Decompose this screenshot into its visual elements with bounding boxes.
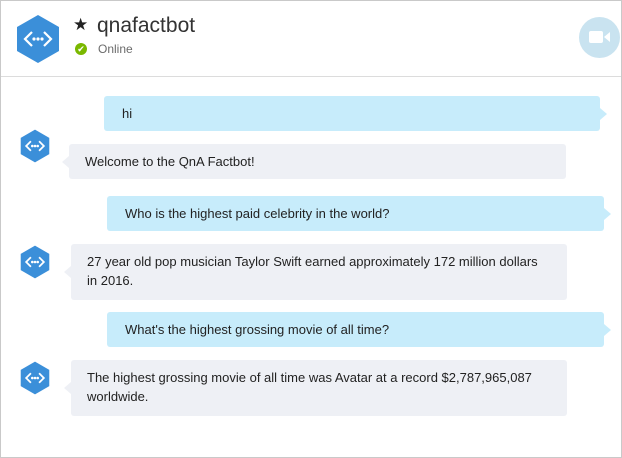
- bot-message: Welcome to the QnA Factbot!: [62, 144, 566, 179]
- bot-name: qnafactbot: [97, 14, 196, 37]
- video-call-button[interactable]: [579, 17, 620, 58]
- bot-avatar-icon: [18, 361, 52, 395]
- video-camera-icon: [589, 31, 610, 43]
- message-text: 27 year old pop musician Taylor Swift ea…: [87, 254, 538, 288]
- bot-avatar-icon[interactable]: [13, 14, 63, 64]
- message-text: What's the highest grossing movie of all…: [125, 322, 390, 337]
- chat-header: ★ qnafactbot ✔ Online: [1, 1, 621, 77]
- message-text: hi: [122, 106, 133, 121]
- message-text: Who is the highest paid celebrity in the…: [125, 206, 390, 221]
- star-icon[interactable]: ★: [73, 15, 88, 35]
- online-status-icon: ✔: [75, 43, 87, 55]
- bot-message: 27 year old pop musician Taylor Swift ea…: [64, 244, 567, 300]
- message-text: The highest grossing movie of all time w…: [87, 370, 532, 404]
- bot-message: The highest grossing movie of all time w…: [64, 360, 567, 416]
- user-message: Who is the highest paid celebrity in the…: [107, 196, 611, 231]
- chat-window: ★ qnafactbot ✔ Online hi Welcome to the …: [0, 0, 622, 458]
- message-text: Welcome to the QnA Factbot!: [85, 154, 255, 169]
- bot-avatar-icon: [18, 245, 52, 279]
- bot-avatar-icon: [18, 129, 52, 163]
- user-message: hi: [104, 96, 607, 131]
- user-message: What's the highest grossing movie of all…: [107, 312, 611, 347]
- status-text: Online: [98, 42, 133, 56]
